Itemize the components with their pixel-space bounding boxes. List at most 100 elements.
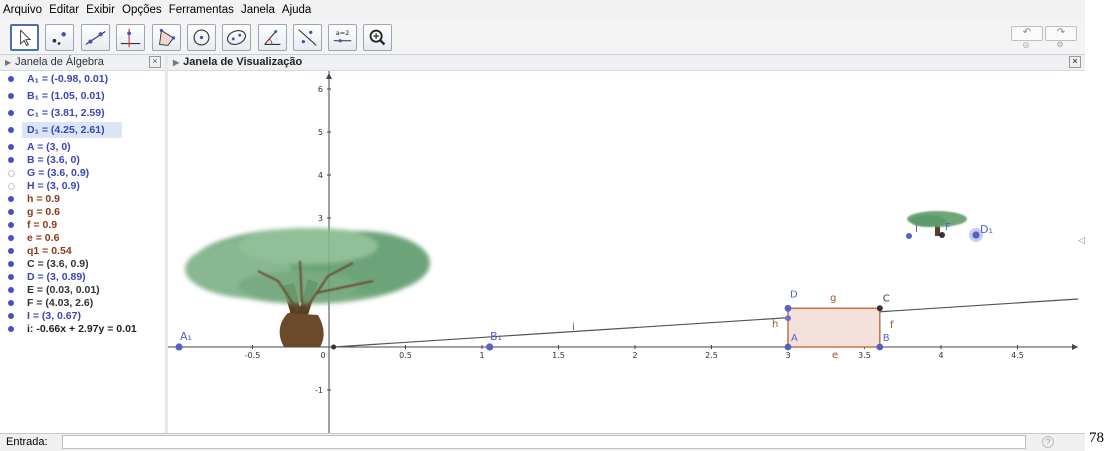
point-c[interactable] — [876, 305, 883, 312]
visibility-toggle-dot[interactable] — [8, 110, 14, 116]
visibility-toggle-dot[interactable] — [8, 235, 14, 241]
visibility-toggle-dot[interactable] — [8, 170, 15, 177]
algebra-item[interactable]: D₁ = (4.25, 2.61) — [0, 122, 165, 138]
algebra-item[interactable]: i: -0.66x + 2.97y = 0.01 — [0, 323, 165, 336]
slider-tool-button[interactable]: a=2 — [328, 24, 357, 51]
algebra-item-text: E = (0.03, 0.01) — [27, 284, 100, 296]
algebra-item[interactable]: e = 0.6 — [0, 232, 165, 245]
visibility-toggle-dot[interactable] — [8, 287, 14, 293]
polygon-rectangle[interactable] — [787, 307, 881, 348]
label-b1: B₁ — [490, 330, 502, 343]
menu-editar[interactable]: Editar — [46, 0, 80, 18]
algebra-item[interactable]: g = 0.6 — [0, 206, 165, 219]
algebra-item-text: B₁ = (1.05, 0.01) — [27, 90, 105, 102]
menu-ferramentas[interactable]: Ferramentas — [166, 0, 235, 18]
tree-image-large[interactable] — [185, 228, 430, 347]
visibility-toggle-dot[interactable] — [8, 157, 14, 163]
settings-icon[interactable]: ⚙ — [1045, 40, 1075, 49]
algebra-item[interactable]: H = (3, 0.9) — [0, 180, 165, 193]
point-c1[interactable] — [906, 233, 912, 239]
menu-opcoes[interactable]: Opções — [119, 0, 163, 18]
visibility-toggle-dot[interactable] — [8, 300, 14, 306]
line-i[interactable] — [333, 298, 1079, 348]
graphics-view[interactable]: -0.5 0 0.5 1 1.5 2 2.5 3 3.5 4 4.5 6 5 4 3 -1 — [168, 71, 1085, 433]
visibility-toggle-dot[interactable] — [8, 93, 14, 99]
algebra-item[interactable]: C₁ = (3.81, 2.59) — [0, 107, 165, 120]
angle-tool-button[interactable] — [258, 24, 287, 51]
input-bar: Entrada: ? — [0, 433, 1085, 451]
toolbar: a=2 ↶ ↷ ◎ ⚙ — [0, 20, 1085, 55]
algebra-item-text: h = 0.9 — [27, 193, 60, 205]
x-tick-label: -0.5 — [245, 351, 261, 360]
label-d1: D₁ — [980, 223, 993, 236]
algebra-item[interactable]: B₁ = (1.05, 0.01) — [0, 90, 165, 103]
collapse-triangle-icon[interactable]: ▶ — [5, 58, 11, 67]
algebra-item[interactable]: q1 = 0.54 — [0, 245, 165, 258]
close-icon[interactable]: × — [149, 56, 161, 68]
point-a1[interactable] — [175, 343, 183, 351]
visibility-toggle-dot[interactable] — [8, 261, 14, 267]
visibility-toggle-dot[interactable] — [8, 183, 15, 190]
expand-left-icon[interactable]: ◁ — [1078, 235, 1085, 246]
visibility-toggle-dot[interactable] — [8, 127, 14, 133]
algebra-item[interactable]: G = (3.6, 0.9) — [0, 167, 165, 180]
polygon-tool-button[interactable] — [152, 24, 181, 51]
line-tool-button[interactable] — [81, 24, 110, 51]
circle-tool-button[interactable] — [187, 24, 216, 51]
visibility-toggle-dot[interactable] — [8, 313, 14, 319]
move-tool-button[interactable] — [10, 24, 39, 51]
input-field[interactable] — [62, 435, 1026, 449]
help-icon[interactable]: ◎ — [1011, 40, 1041, 49]
algebra-item-text: D₁ = (4.25, 2.61) — [27, 124, 105, 136]
label-a1: A₁ — [180, 330, 192, 343]
zoom-tool-button[interactable] — [363, 24, 392, 51]
visibility-toggle-dot[interactable] — [8, 196, 14, 202]
algebra-item[interactable]: E = (0.03, 0.01) — [0, 284, 165, 297]
visibility-toggle-dot[interactable] — [8, 144, 14, 150]
visibility-toggle-dot[interactable] — [8, 209, 14, 215]
x-tick-label: 3 — [785, 351, 790, 360]
menu-janela[interactable]: Janela — [238, 0, 276, 18]
input-label: Entrada: — [6, 436, 48, 448]
perpendicular-line-icon — [120, 28, 141, 48]
algebra-item[interactable]: F = (4.03, 2.6) — [0, 297, 165, 310]
label-d: D — [790, 289, 798, 300]
perpendicular-tool-button[interactable] — [116, 24, 145, 51]
visibility-toggle-dot[interactable] — [8, 326, 14, 332]
algebra-item[interactable]: B = (3.6, 0) — [0, 154, 165, 167]
x-tick-label: 0 — [320, 351, 325, 360]
graphics-panel-title: Janela de Visualização — [183, 56, 303, 68]
menu-arquivo[interactable]: Arquivo — [0, 0, 43, 18]
input-help-icon[interactable]: ? — [1042, 436, 1054, 448]
algebra-item[interactable]: A = (3, 0) — [0, 141, 165, 154]
algebra-item[interactable]: C = (3.6, 0.9) — [0, 258, 165, 271]
point-d[interactable] — [784, 304, 792, 312]
undo-button[interactable]: ↶ — [1011, 26, 1043, 41]
visibility-toggle-dot[interactable] — [8, 274, 14, 280]
point-i[interactable] — [785, 315, 791, 322]
reflect-tool-button[interactable] — [293, 24, 322, 51]
redo-button[interactable]: ↷ — [1045, 26, 1077, 41]
collapse-triangle-icon[interactable]: ▶ — [173, 58, 179, 67]
point-b1[interactable] — [486, 343, 494, 351]
menu-exibir[interactable]: Exibir — [83, 0, 116, 18]
visibility-toggle-dot[interactable] — [8, 248, 14, 254]
visibility-toggle-dot[interactable] — [8, 76, 14, 82]
algebra-item[interactable]: A₁ = (-0.98, 0.01) — [0, 73, 165, 86]
label-e: e — [832, 350, 838, 361]
close-icon[interactable]: × — [1069, 56, 1081, 68]
menu-ajuda[interactable]: Ajuda — [279, 0, 312, 18]
algebra-item[interactable]: f = 0.9 — [0, 219, 165, 232]
x-tick-label: 3.5 — [858, 351, 871, 360]
algebra-item[interactable]: I = (3, 0.67) — [0, 310, 165, 323]
algebra-item[interactable]: h = 0.9 — [0, 193, 165, 206]
point-a[interactable] — [784, 343, 792, 351]
point-b[interactable] — [876, 343, 884, 351]
visibility-toggle-dot[interactable] — [8, 222, 14, 228]
point-d1[interactable] — [972, 231, 980, 239]
algebra-item[interactable]: D = (3, 0.89) — [0, 271, 165, 284]
point-tool-button[interactable] — [45, 24, 74, 51]
point-e[interactable] — [331, 344, 337, 350]
graphics-canvas[interactable]: -0.5 0 0.5 1 1.5 2 2.5 3 3.5 4 4.5 6 5 4 3 -1 — [168, 71, 1085, 433]
conic-tool-button[interactable] — [222, 24, 251, 51]
